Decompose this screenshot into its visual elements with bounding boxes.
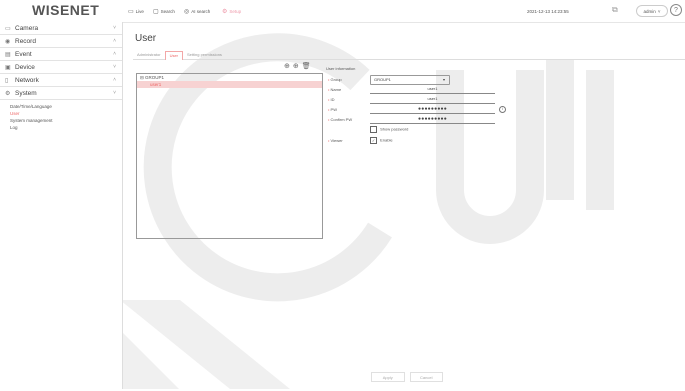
live-label: Live: [135, 8, 144, 14]
bottom-button-group: Apply Cancel: [371, 372, 443, 382]
viewer-checkbox[interactable]: ✓: [370, 137, 377, 144]
tab-administrator[interactable]: Administrator: [133, 51, 165, 59]
ai-search-icon: ◎: [184, 8, 190, 15]
user-name: admin: [643, 8, 656, 14]
setup-label: Setup: [229, 8, 242, 14]
submenu-item-datetime[interactable]: Date/Time/Language: [10, 104, 122, 111]
event-icon: ▤: [5, 51, 11, 58]
pw-field: • PW ●●●●●●●●● i: [326, 105, 516, 114]
network-icon: ▯: [5, 77, 9, 84]
id-input[interactable]: user1: [370, 95, 495, 104]
sidebar-item-label: Device: [15, 63, 35, 71]
chevron-icon: ˄: [113, 38, 116, 44]
collapse-icon[interactable]: ⊟: [140, 75, 144, 80]
tab-bar: Administrator User Setting permissions: [133, 51, 685, 60]
tree-toolbar: ⊕ ⊕ 🗑: [284, 62, 311, 70]
sidebar-item-label: Network: [15, 76, 39, 84]
device-icon: ▣: [5, 64, 11, 71]
viewer-label: Viewer: [330, 138, 343, 143]
sidebar-item-camera[interactable]: ▭ Camera ˅: [0, 22, 122, 35]
viewer-value: Enable: [380, 137, 393, 143]
sidebar-item-label: Record: [15, 37, 36, 45]
search-icon: ▢: [153, 8, 159, 15]
tree-group-row[interactable]: ⊟ GROUP1: [137, 74, 322, 81]
record-icon: ◉: [5, 38, 11, 45]
delete-icon[interactable]: 🗑: [302, 62, 311, 70]
show-password-option[interactable]: Show password: [370, 126, 490, 135]
live-icon: ▭: [128, 8, 134, 15]
main-content: User Administrator User Setting permissi…: [123, 22, 685, 389]
ai-search-label: AI search: [191, 8, 211, 14]
live-button[interactable]: ▭ Live: [128, 5, 144, 17]
confirm-pw-input[interactable]: ●●●●●●●●●: [370, 115, 495, 124]
user-information-panel: User information • Group GROUP1 ▾ • Name…: [326, 66, 626, 144]
tree-group-label: GROUP1: [145, 75, 165, 80]
ai-search-button[interactable]: ◎ AI search: [184, 5, 210, 17]
cancel-button[interactable]: Cancel: [409, 372, 443, 382]
info-icon[interactable]: i: [499, 106, 506, 113]
chevron-icon: ˅: [113, 25, 116, 31]
search-label: Search: [160, 8, 175, 14]
top-bar: WISENET ▭ Live ▢ Search ◎ AI search ⚙ Se…: [0, 0, 685, 23]
sidebar: ▭ Camera ˅ ◉ Record ˄ ▤ Event ˄ ▣ Device…: [0, 22, 123, 389]
group-value: GROUP1: [374, 77, 391, 82]
name-label: Name: [330, 87, 342, 92]
id-field: • ID user1: [326, 95, 516, 104]
sidebar-item-system[interactable]: ⚙ System ˅: [0, 87, 122, 100]
sidebar-item-label: System: [15, 89, 37, 97]
datetime-display: 2021-12-13 14:23:55: [527, 8, 569, 14]
sidebar-item-label: Camera: [15, 24, 39, 32]
dropdown-arrow-icon: ▾: [442, 77, 445, 82]
confirm-pw-field: • Confirm PW ●●●●●●●●●: [326, 115, 516, 124]
chevron-icon: ˄: [113, 77, 116, 83]
help-icon[interactable]: ?: [670, 4, 682, 16]
sidebar-item-device[interactable]: ▣ Device ˅: [0, 61, 122, 74]
camera-icon: ▭: [5, 25, 11, 32]
submenu-item-user[interactable]: User: [10, 111, 122, 118]
setup-button[interactable]: ⚙ Setup: [222, 5, 241, 17]
name-field: • Name user1: [326, 85, 516, 94]
sidebar-item-label: Event: [15, 50, 32, 58]
group-field: • Group GROUP1 ▾: [326, 75, 516, 85]
system-submenu: Date/Time/Language User System managemen…: [0, 100, 122, 134]
pw-label: PW: [330, 107, 337, 112]
show-password-label: Show password: [380, 126, 409, 132]
setup-icon: ⚙: [222, 8, 228, 15]
show-password-checkbox[interactable]: [370, 126, 377, 133]
add-group-icon[interactable]: ⊕: [284, 62, 290, 70]
user-tree: ⊟ GROUP1 user1: [136, 73, 323, 239]
submenu-item-log[interactable]: Log: [10, 125, 122, 132]
search-button[interactable]: ▢ Search: [153, 5, 175, 17]
tree-user-row[interactable]: user1: [137, 81, 322, 88]
submenu-item-system-management[interactable]: System management: [10, 118, 122, 125]
viewer-field: • Viewer ✓ Enable: [328, 137, 393, 144]
sidebar-item-record[interactable]: ◉ Record ˄: [0, 35, 122, 48]
chevron-icon: ˅: [113, 90, 116, 96]
pw-input[interactable]: ●●●●●●●●●: [370, 105, 495, 114]
sidebar-item-network[interactable]: ▯ Network ˄: [0, 74, 122, 87]
logo: WISENET: [32, 2, 100, 18]
sidebar-item-event[interactable]: ▤ Event ˄: [0, 48, 122, 61]
group-label: Group: [330, 77, 342, 82]
confirm-pw-label: Confirm PW: [330, 117, 353, 122]
name-input[interactable]: user1: [370, 85, 495, 94]
add-user-icon[interactable]: ⊕: [293, 62, 299, 70]
chevron-icon: ˅: [113, 64, 116, 70]
page-title: User: [135, 33, 157, 44]
group-select[interactable]: GROUP1 ▾: [370, 75, 450, 85]
id-label: ID: [330, 97, 335, 102]
tab-user[interactable]: User: [164, 51, 184, 60]
user-info-title: User information: [326, 66, 356, 71]
user-dropdown[interactable]: admin ˅: [636, 5, 668, 17]
chevron-down-icon: ˅: [657, 8, 661, 14]
layout-icon[interactable]: ⧉: [612, 5, 618, 15]
apply-button[interactable]: Apply: [371, 372, 405, 382]
tab-setting-permissions[interactable]: Setting permissions: [183, 51, 226, 59]
chevron-icon: ˄: [113, 51, 116, 57]
system-icon: ⚙: [5, 90, 11, 97]
